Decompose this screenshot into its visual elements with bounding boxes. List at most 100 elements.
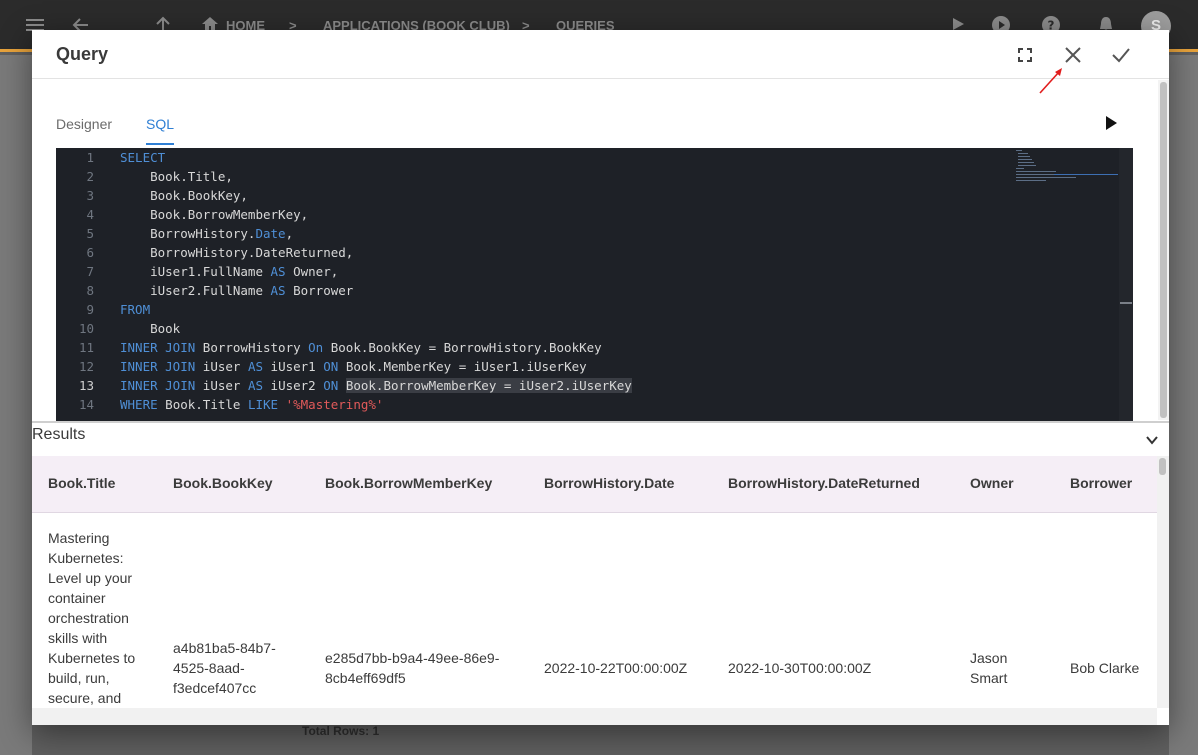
code-token: Book.MemberKey = iUser1.iUserKey (338, 359, 587, 374)
code-token: Book.Title, (120, 169, 233, 184)
code-line[interactable]: SELECT (120, 148, 165, 167)
results-grid: Book.Title Book.BookKey Book.BorrowMembe… (32, 456, 1157, 708)
line-number: 12 (78, 359, 94, 374)
code-line[interactable]: Book.BorrowMemberKey, (120, 205, 308, 224)
results-scrollbar[interactable] (1157, 456, 1169, 708)
dialog-scrollbar[interactable] (1158, 80, 1169, 420)
code-token: Owner, (285, 264, 339, 279)
code-token: AS (270, 264, 286, 279)
query-tabs: Designer SQL (32, 106, 632, 146)
query-dialog: Query Designer SQL 1 2 3 4 5 6 7 8 9 10 11 12 13 1 (32, 30, 1169, 725)
fullscreen-icon[interactable] (1012, 42, 1038, 68)
line-number: 2 (86, 169, 94, 184)
tab-designer[interactable]: Designer (56, 116, 112, 132)
tab-sql[interactable]: SQL (146, 116, 174, 132)
code-token: iUser1 (263, 359, 324, 374)
code-token: INNER JOIN (120, 359, 196, 374)
code-line[interactable]: INNER JOIN BorrowHistory On Book.BookKey… (120, 338, 602, 357)
code-line[interactable]: INNER JOIN iUser AS iUser2 ON Book.Borro… (120, 376, 632, 395)
code-token: Date (255, 226, 286, 241)
column-header[interactable]: Book.Title (48, 475, 115, 491)
code-token: INNER JOIN (120, 340, 196, 355)
cell-date-returned: 2022-10-30T00:00:00Z (728, 660, 872, 676)
code-token: iUser1.FullName (120, 264, 271, 279)
background-panel (0, 55, 32, 755)
code-token: Book (120, 321, 181, 336)
code-token: ON (323, 378, 339, 393)
code-token: Book.BorrowMemberKey, (120, 207, 309, 222)
code-line[interactable]: Book (120, 319, 180, 338)
code-line[interactable]: iUser2.FullName AS Borrower (120, 281, 353, 300)
code-token: ON (323, 359, 339, 374)
line-number: 6 (86, 245, 94, 260)
code-token: BorrowHistory. (120, 226, 256, 241)
total-rows-label: Total Rows: 1 (302, 724, 380, 738)
code-token: On (308, 340, 324, 355)
code-token: , (285, 226, 294, 241)
code-token: Book.BorrowMemberKey = iUser2.iUserKey (345, 378, 632, 393)
annotation-arrow-icon (1039, 68, 1062, 94)
line-number: 11 (78, 340, 94, 355)
line-number: 7 (86, 264, 94, 279)
code-token: iUser2.FullName (120, 283, 271, 298)
editor-scrollbar[interactable] (1119, 148, 1133, 421)
code-token: iUser (195, 378, 248, 393)
background-panel (1169, 55, 1198, 755)
code-line[interactable]: INNER JOIN iUser AS iUser1 ON Book.Membe… (120, 357, 587, 376)
column-header[interactable]: BorrowHistory.DateReturned (728, 475, 920, 491)
code-line[interactable]: Book.BookKey, (120, 186, 248, 205)
line-number: 10 (78, 321, 94, 336)
results-horizontal-scrollbar[interactable] (32, 708, 1157, 725)
code-token: Book.BookKey = BorrowHistory.BookKey (323, 340, 602, 355)
confirm-check-icon[interactable] (1108, 42, 1134, 68)
code-token: Book.BookKey, (120, 188, 248, 203)
line-number: 5 (86, 226, 94, 241)
cell-book-title: Mastering Kubernetes: Level up your cont… (48, 530, 136, 706)
code-token: Book.Title (157, 397, 248, 412)
code-token: BorrowHistory.DateReturned, (120, 245, 354, 260)
code-line[interactable]: BorrowHistory.Date, (120, 224, 293, 243)
chevron-down-icon[interactable] (1144, 432, 1160, 448)
code-line[interactable]: Book.Title, (120, 167, 233, 186)
dialog-title: Query (56, 44, 109, 64)
run-query-play-icon[interactable] (1102, 114, 1120, 132)
code-line[interactable]: FROM (120, 300, 150, 319)
line-number-gutter: 1 2 3 4 5 6 7 8 9 10 11 12 13 14 (56, 148, 106, 421)
line-number: 8 (86, 283, 94, 298)
dialog-header: Query (32, 30, 1169, 79)
column-header[interactable]: Owner (970, 475, 1014, 491)
column-header[interactable]: BorrowHistory.Date (544, 475, 674, 491)
line-number: 9 (86, 302, 94, 317)
cell-borrow-member-key: e285d7bb-b9a4-49ee-86e9- 8cb4eff69df5 (325, 650, 500, 686)
code-token: LIKE (247, 397, 279, 412)
column-header[interactable]: Book.BookKey (173, 475, 273, 491)
column-header[interactable]: Book.BorrowMemberKey (325, 475, 492, 491)
results-grid-header: Book.Title Book.BookKey Book.BorrowMembe… (32, 456, 1157, 513)
line-number: 14 (78, 397, 94, 412)
code-token: AS (247, 378, 264, 393)
results-label: Results (32, 426, 86, 443)
table-row[interactable]: Mastering Kubernetes: Level up your cont… (32, 513, 1157, 708)
code-token: Borrower (285, 283, 354, 298)
code-token: FROM (120, 302, 151, 317)
editor-minimap[interactable] (1006, 148, 1121, 188)
dialog-scrollbar-thumb[interactable] (1160, 82, 1167, 418)
code-line[interactable]: iUser1.FullName AS Owner, (120, 262, 338, 281)
code-token: INNER JOIN (120, 378, 196, 393)
sql-editor[interactable]: 1 2 3 4 5 6 7 8 9 10 11 12 13 14 SELECT Book.Title, B… (56, 148, 1133, 421)
code-line[interactable]: BorrowHistory.DateReturned, (120, 243, 353, 262)
cell-borrow-date: 2022-10-22T00:00:00Z (544, 660, 688, 676)
cell-owner: Jason Smart (970, 650, 1008, 686)
code-token: iUser (195, 359, 248, 374)
code-token: BorrowHistory (195, 340, 309, 355)
code-line[interactable]: WHERE Book.Title LIKE '%Mastering%' (120, 395, 383, 414)
column-header[interactable]: Borrower (1070, 475, 1132, 491)
line-number: 13 (78, 378, 94, 393)
line-number: 1 (86, 150, 94, 165)
code-token: '%Mastering%' (285, 397, 384, 412)
code-token: iUser2 (263, 378, 324, 393)
cell-book-key: a4b81ba5-84b7- 4525-8aad- f3edcef407cc (173, 640, 276, 696)
active-tab-indicator (146, 143, 174, 145)
results-scrollbar-thumb[interactable] (1159, 458, 1166, 475)
